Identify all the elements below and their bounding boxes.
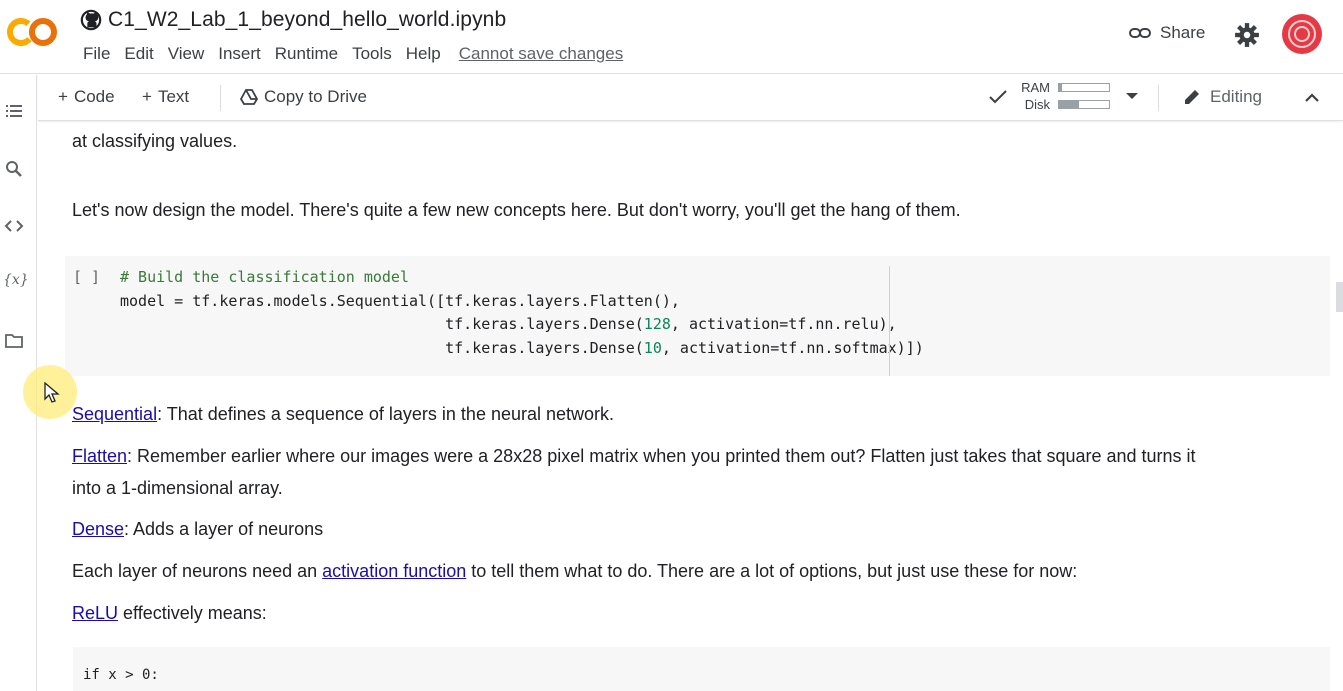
menu-runtime[interactable]: Runtime [268, 44, 345, 64]
add-text-label: Text [157, 87, 190, 106]
notebook-toolbar: + Code + Text Copy to Drive RAM Disk Edi… [38, 75, 1343, 121]
code-cell[interactable]: [ ] # Build the classification model mod… [65, 256, 1330, 376]
github-icon [80, 9, 102, 31]
share-button[interactable]: Share [1128, 23, 1205, 43]
disk-meter-fill [1059, 101, 1079, 108]
menu-file[interactable]: File [76, 44, 117, 64]
disk-label: Disk [1024, 97, 1050, 112]
activation-text: Each layer of neurons need an [72, 561, 323, 581]
ram-label: RAM [1021, 80, 1050, 95]
dense-paragraph: Dense: Adds a layer of neurons [72, 513, 323, 545]
save-status-link[interactable]: Cannot save changes [452, 44, 630, 64]
ram-meter [1058, 83, 1110, 92]
menu-tools[interactable]: Tools [345, 44, 399, 64]
notebook-content: at classifying values. Let's now design … [38, 122, 1330, 691]
variables-icon[interactable]: {x} [3, 272, 29, 292]
plus-icon: + [142, 87, 152, 106]
menu-edit[interactable]: Edit [117, 44, 160, 64]
toolbar-divider [1158, 85, 1159, 111]
add-text-button[interactable]: + Text [142, 87, 189, 107]
scrollbar-thumb[interactable] [1336, 282, 1343, 312]
code-editor[interactable]: # Build the classification model model =… [120, 266, 924, 360]
flatten-paragraph: Flatten: Remember earlier where our imag… [72, 440, 1196, 472]
relu-text: effectively means: [118, 603, 267, 623]
plus-icon: + [58, 87, 68, 106]
code-number: 128 [643, 315, 671, 333]
check-icon [989, 90, 1007, 104]
sequential-link[interactable]: Sequential [72, 404, 157, 424]
dense-text: : Adds a layer of neurons [124, 519, 324, 539]
resource-labels[interactable]: RAM Disk [1016, 79, 1050, 113]
text-cell-intro: Let's now design the model. There's quit… [72, 200, 961, 220]
code-line: model = tf.keras.models.Sequential([tf.k… [120, 291, 680, 310]
run-cell-bracket[interactable]: [ ] [73, 268, 100, 286]
add-code-button[interactable]: + Code [58, 87, 115, 107]
drive-icon [240, 89, 258, 105]
pencil-icon [1185, 90, 1199, 104]
menu-insert[interactable]: Insert [211, 44, 268, 64]
menu-help[interactable]: Help [399, 44, 448, 64]
gear-icon[interactable] [1234, 22, 1260, 48]
ram-meter-fill [1059, 84, 1062, 91]
activation-function-link[interactable]: activation function [322, 561, 466, 581]
code-line: , activation=tf.nn.relu), [670, 315, 897, 333]
copy-to-drive-label: Copy to Drive [264, 87, 367, 106]
relu-link[interactable]: ReLU [72, 603, 118, 623]
files-icon[interactable] [4, 331, 24, 351]
colab-logo[interactable] [6, 16, 58, 48]
code-block: if x > 0: [73, 647, 1330, 691]
code-comment: # Build the classification model [120, 268, 409, 286]
code-ruler [889, 266, 890, 376]
text-cell-line: at classifying values. [72, 131, 238, 151]
disk-meter [1058, 100, 1110, 109]
code-line: tf.keras.layers.Dense( [445, 338, 644, 357]
app-header: C1_W2_Lab_1_beyond_hello_world.ipynb Fil… [0, 0, 1343, 74]
toolbar-divider [220, 85, 221, 111]
sequential-paragraph: Sequential: That defines a sequence of l… [72, 398, 614, 430]
dense-link[interactable]: Dense [72, 519, 124, 539]
copy-to-drive-button[interactable]: Copy to Drive [240, 87, 367, 107]
activation-text: to tell them what to do. There are a lot… [466, 561, 1078, 581]
notebook-title[interactable]: C1_W2_Lab_1_beyond_hello_world.ipynb [108, 8, 506, 32]
sequential-text: : That defines a sequence of layers in t… [157, 404, 615, 424]
resources-dropdown-icon[interactable] [1126, 93, 1138, 99]
avatar[interactable] [1282, 14, 1322, 54]
search-icon[interactable] [4, 159, 24, 179]
add-code-label: Code [73, 87, 115, 106]
code-line: tf.keras.layers.Dense( [445, 315, 644, 333]
flatten-paragraph-cont: into a 1-dimensional array. [72, 478, 283, 498]
code-line: , activation=tf.nn.softmax)]) [661, 338, 924, 357]
mouse-cursor-icon [44, 382, 60, 403]
menu-bar: File Edit View Insert Runtime Tools Help… [76, 44, 630, 64]
code-block-line: if x > 0: [83, 667, 159, 683]
relu-paragraph: ReLU effectively means: [72, 597, 267, 629]
share-label: Share [1160, 23, 1206, 42]
code-number: 10 [643, 338, 662, 357]
activation-paragraph: Each layer of neurons need an activation… [72, 555, 1077, 587]
menu-view[interactable]: View [161, 44, 212, 64]
link-icon [1129, 28, 1151, 38]
toc-icon[interactable] [4, 101, 24, 121]
flatten-text: : Remember earlier where our images were… [127, 446, 1196, 466]
editing-mode-button[interactable]: Editing [1182, 87, 1262, 107]
chevron-up-icon[interactable] [1302, 88, 1322, 108]
editing-label: Editing [1210, 87, 1262, 106]
flatten-link[interactable]: Flatten [72, 446, 127, 466]
code-snippets-icon[interactable] [4, 216, 24, 236]
